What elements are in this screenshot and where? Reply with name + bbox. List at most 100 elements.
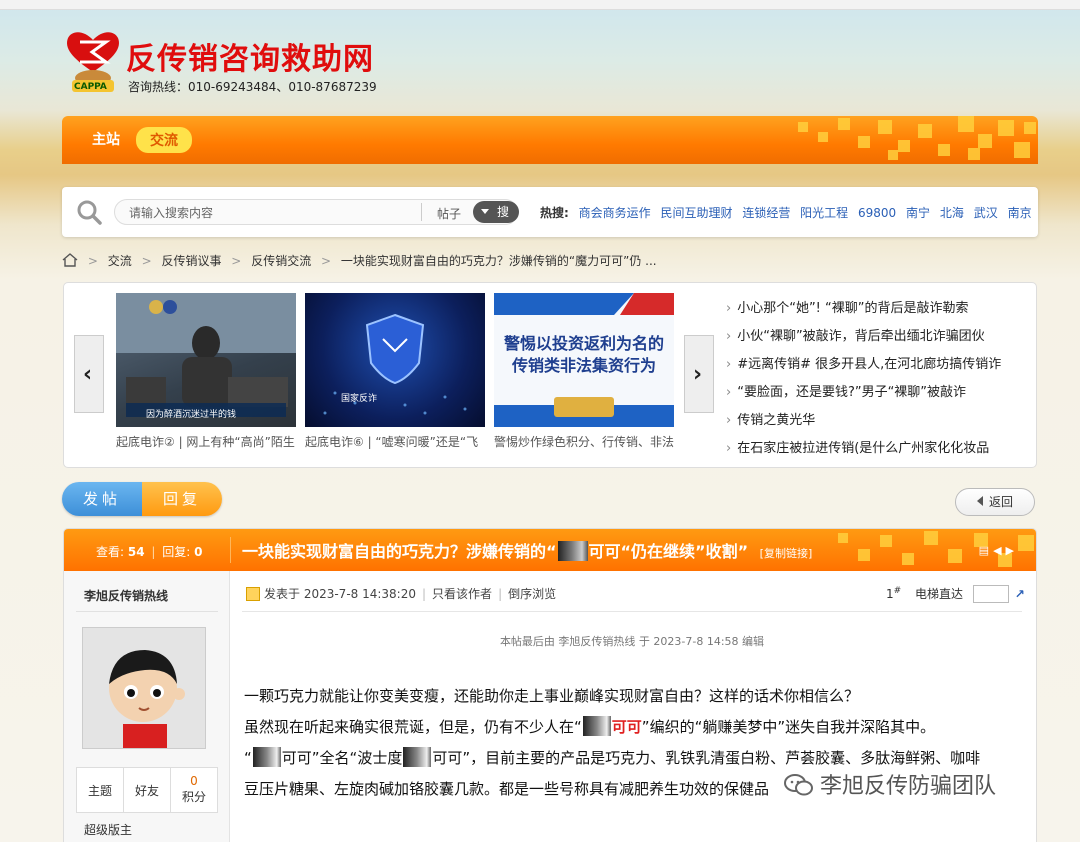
slide-caption: 警惕炒作绿色积分、行传销、非法 [494,435,674,449]
slide-image: 国家反诈 [305,293,485,427]
breadcrumb-separator: > [231,254,242,268]
nav-decoration [798,116,1036,160]
search-button[interactable]: 搜索 [473,201,519,223]
slider-prev-button[interactable]: ‹ [74,335,104,413]
replies-label: 回复: [162,545,191,559]
jump-go-icon[interactable]: ↗ [1015,587,1025,601]
views-count: 54 [127,545,145,559]
home-icon[interactable] [62,253,78,267]
browser-top-strip [0,0,1080,10]
author-stat-threads[interactable]: 主题 [77,768,124,812]
breadcrumb-item[interactable]: 交流 [108,254,132,268]
wechat-icon [784,774,813,796]
breadcrumb-separator: > [87,254,98,268]
author-role: 超级版主 [84,823,133,837]
cartoon-avatar-icon [83,628,205,748]
site-logo[interactable]: CAPPA 反传销咨询救助网 咨询热线：010-69243484、010-876… [62,28,392,98]
only-author-link[interactable]: 只看该作者 [432,587,492,601]
shield-emblem [323,313,467,415]
new-post-button[interactable]: 发帖 [62,482,142,516]
author-stat-points[interactable]: 0 积分 [171,768,217,812]
post-info: 发表于 2023-7-8 14:38:20 | 只看该作者 | 倒序浏览 [246,585,556,602]
reverse-order-link[interactable]: 倒序浏览 [508,587,556,601]
breadcrumb-current[interactable]: 一块能实现财富自由的巧克力？涉嫌传销的“魔力可可”仍 ... [341,254,657,268]
breadcrumb-item[interactable]: 反传销交流 [251,254,311,268]
news-item[interactable]: 在石家庄被拉进传销(是什么广州家化化妆品 [726,437,1026,465]
hot-term[interactable]: 南宁 [906,206,930,220]
slide-item[interactable]: 国家反诈 起底电诈⑥ | “嘘寒问暖”还是“飞 [305,293,485,450]
thread-title: 一块能实现财富自由的巧克力？涉嫌传销的“ 可可“仍在继续”收割” [复制链接] [242,538,812,562]
hot-term[interactable]: 民间互助理财 [660,206,732,220]
search-input[interactable] [129,204,409,222]
news-item[interactable]: 传销之黄光华 [726,409,1026,437]
floor-jump-input[interactable] [972,585,1009,603]
mosaic-censor [557,541,588,561]
floor-number: 1 [886,587,894,601]
news-item[interactable]: 小心那个“她”! “裸聊”的背后是敲诈勒索 [726,297,1026,325]
back-button-label: 返回 [988,495,1013,509]
hot-term[interactable]: 北海 [940,206,964,220]
featured-slider: ‹ 因为醉酒沉迷过半的钱 起底电诈② | 网上有种“高尚”陌生 国家反诈 起底电… [63,282,1037,468]
watermark-text: 李旭反传防骗团队 [820,774,997,799]
wechat-watermark: 李旭反传防骗团队 [784,768,996,800]
nav-forum[interactable]: 交流 [136,127,192,153]
search-divider [421,203,422,221]
news-item[interactable]: #远离传销# 很多开县人,在河北廊坊搞传销诈 [726,353,1026,381]
slide-image: 因为醉酒沉迷过半的钱 [116,293,296,427]
hot-term[interactable]: 南京 [1008,206,1032,220]
mosaic-censor [582,716,611,736]
slide-image-caption: 国家反诈 [341,394,378,404]
stat-label: 积分 [181,790,206,804]
header-divider [230,537,231,563]
slide-caption: 起底电诈② | 网上有种“高尚”陌生 [116,435,295,449]
back-button[interactable]: 返回 [955,488,1035,516]
post-reply-group: 发帖 回复 [62,482,222,516]
nav-main-site[interactable]: 主站 [92,129,120,149]
prev-thread-icon[interactable]: ◀ [993,544,1005,557]
slide-item[interactable]: 因为醉酒沉迷过半的钱 起底电诈② | 网上有种“高尚”陌生 [116,293,296,450]
hot-term[interactable]: 连锁经营 [742,206,790,220]
mosaic-censor [252,747,281,767]
elevator-label: 电梯直达 [915,587,964,601]
site-hotline: 咨询热线：010-69243484、010-87687239 [128,80,377,94]
avatar[interactable] [82,627,206,749]
post-paragraph: 虽然现在听起来确实很荒诞，但是，仍有不少人在“ 可可”编织的“躺赚美梦中”迷失自我… [244,712,1024,743]
text-run: “ [244,749,252,767]
hot-search-label: 热搜: [540,206,569,220]
hot-term[interactable]: 69800 [858,206,896,220]
stat-label: 主题 [87,784,112,798]
author-stats: 主题 好友 0 积分 [76,767,218,813]
mosaic-censor [403,747,432,767]
text-run: 可可”，目前主要的产品是巧克力、乳铁乳清蛋白粉、芦荟胶囊、多肽海鲜粥、咖啡 [432,749,981,767]
hot-term[interactable]: 商会商务运作 [579,206,651,220]
breadcrumb-item[interactable]: 反传销议事 [161,254,221,268]
stats-divider: | [151,545,156,559]
replies-count: 0 [194,545,203,559]
print-icon[interactable]: ▤ [979,544,993,557]
logo-cappa-text: CAPPA [74,82,107,92]
search-box: 帖子 搜索 [114,199,519,225]
reply-button[interactable]: 回复 [142,482,222,516]
main-nav: 主站 交流 [62,116,1038,164]
next-thread-icon[interactable]: ▶ [1006,544,1018,557]
news-item[interactable]: “要脸面，还是要钱?”男子“裸聊”被敲诈 [726,381,1026,409]
breadcrumb-separator: > [321,254,332,268]
slider-next-button[interactable]: › [684,335,714,413]
post-date: 发表于 2023-7-8 14:38:20 [264,587,416,601]
news-item[interactable]: 小伙“裸聊”被敲诈，背后牵出缅北诈骗团伙 [726,325,1026,353]
search-icon[interactable] [76,199,102,225]
breadcrumb: > 交流 > 反传销议事 > 反传销交流 > 一块能实现财富自由的巧克力？涉嫌传… [62,252,657,269]
text-run: ”编织的“躺赚美梦中”迷失自我并深陷其中。 [641,718,936,736]
post-content: 发表于 2023-7-8 14:38:20 | 只看该作者 | 倒序浏览 1# 电梯直达… [242,571,1025,842]
hot-term[interactable]: 武汉 [974,206,998,220]
floor-info: 1# 电梯直达 ↗ [886,585,1025,603]
post-divider [242,611,1022,612]
news-list: 小心那个“她”! “裸聊”的背后是敲诈勒索 小伙“裸聊”被敲诈，背后牵出缅北诈骗… [726,297,1026,465]
author-name[interactable]: 李旭反传销热线 [84,587,168,604]
search-type-select[interactable]: 帖子 [437,205,461,222]
slide-item[interactable]: 警惕以投资返利为名的传销类非法集资行为 警惕炒作绿色积分、行传销、非法 [494,293,674,450]
hot-term[interactable]: 阳光工程 [800,206,848,220]
author-stat-friends[interactable]: 好友 [124,768,171,812]
text-run: 虽然现在听起来确实很荒诞，但是，仍有不少人在“ [244,718,582,736]
copy-link[interactable]: [复制链接] [760,547,813,560]
